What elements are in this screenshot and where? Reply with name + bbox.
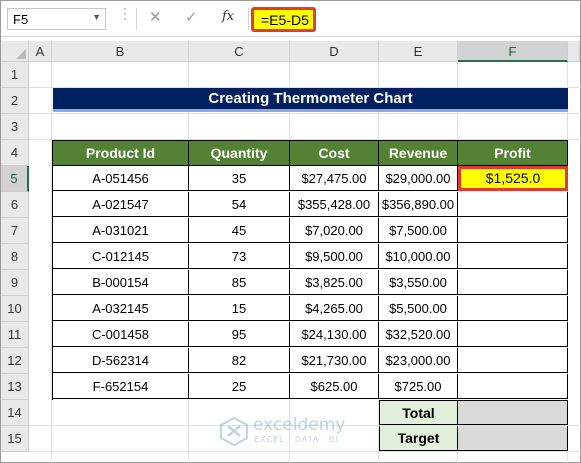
column-header-e[interactable]: E bbox=[379, 41, 458, 62]
cell-quantity[interactable]: 25 bbox=[189, 374, 290, 399]
column-header-b[interactable]: B bbox=[52, 41, 189, 62]
cell-revenue[interactable]: $7,500.00 bbox=[379, 218, 458, 243]
total-label[interactable]: Total bbox=[379, 400, 458, 425]
cell-quantity[interactable]: 45 bbox=[189, 218, 290, 243]
cell-product-id[interactable]: C-012145 bbox=[53, 244, 189, 269]
cell-cost[interactable]: $21,730.00 bbox=[290, 348, 379, 373]
cell-revenue[interactable]: $29,000.00 bbox=[379, 166, 458, 191]
row-header-12[interactable]: 12 bbox=[1, 348, 29, 374]
row-header-9[interactable]: 9 bbox=[1, 270, 29, 296]
target-label[interactable]: Target bbox=[379, 426, 458, 451]
cell-product-id[interactable]: C-001458 bbox=[53, 322, 189, 347]
cell-quantity[interactable]: 95 bbox=[189, 322, 290, 347]
row-header-8[interactable]: 8 bbox=[1, 244, 29, 270]
row-header-3[interactable]: 3 bbox=[1, 114, 29, 140]
header-quantity[interactable]: Quantity bbox=[189, 141, 290, 166]
cell-quantity[interactable]: 85 bbox=[189, 270, 290, 295]
cell-revenue[interactable]: $10,000.00 bbox=[379, 244, 458, 269]
cell-product-id[interactable]: D-562314 bbox=[53, 348, 189, 373]
cell-cost[interactable]: $3,825.00 bbox=[290, 270, 379, 295]
formula-divider bbox=[136, 8, 137, 30]
cell-revenue[interactable]: $356,890.00 bbox=[379, 192, 458, 217]
column-header-f[interactable]: F bbox=[458, 41, 568, 62]
exceldemy-watermark: exceldemy EXCEL · DATA · BI bbox=[217, 413, 367, 449]
column-header-a[interactable]: A bbox=[29, 41, 52, 62]
row-header-11[interactable]: 11 bbox=[1, 322, 29, 348]
header-cost[interactable]: Cost bbox=[290, 141, 379, 166]
cell-quantity[interactable]: 35 bbox=[189, 166, 290, 191]
cell-profit[interactable] bbox=[458, 374, 568, 399]
cell-product-id[interactable]: A-031021 bbox=[53, 218, 189, 243]
cancel-icon[interactable]: ✕ bbox=[149, 8, 162, 26]
sheet-title[interactable]: Creating Thermometer Chart bbox=[53, 88, 568, 112]
row-header-1[interactable]: 1 bbox=[1, 62, 29, 88]
cell-cost[interactable]: $27,475.00 bbox=[290, 166, 379, 191]
target-value[interactable] bbox=[458, 426, 568, 451]
name-box[interactable]: F5 ▼ bbox=[7, 8, 106, 30]
cell-cost[interactable]: $4,265.00 bbox=[290, 296, 379, 321]
cell-cost[interactable]: $7,020.00 bbox=[290, 218, 379, 243]
name-box-value: F5 bbox=[13, 12, 29, 27]
cell-revenue[interactable]: $5,500.00 bbox=[379, 296, 458, 321]
insert-function-icon[interactable]: fx bbox=[222, 9, 234, 24]
chevron-down-icon[interactable]: ▼ bbox=[92, 12, 101, 22]
cell-product-id[interactable]: B-000154 bbox=[53, 270, 189, 295]
gridline bbox=[29, 113, 581, 114]
cell-profit[interactable] bbox=[458, 218, 568, 243]
exceldemy-logo-icon bbox=[220, 416, 248, 446]
cell-product-id[interactable]: A-051456 bbox=[53, 166, 189, 191]
row-header-10[interactable]: 10 bbox=[1, 296, 29, 322]
formula-divider bbox=[248, 8, 249, 30]
select-all-button[interactable] bbox=[1, 41, 29, 62]
cell-cost[interactable]: $355,428.00 bbox=[290, 192, 379, 217]
cell-revenue[interactable]: $3,550.00 bbox=[379, 270, 458, 295]
enter-icon[interactable]: ✓ bbox=[185, 8, 198, 26]
cell-quantity[interactable]: 82 bbox=[189, 348, 290, 373]
row-header-7[interactable]: 7 bbox=[1, 218, 29, 244]
row-header-15[interactable]: 15 bbox=[1, 426, 29, 452]
cell-quantity[interactable]: 54 bbox=[189, 192, 290, 217]
total-value[interactable] bbox=[458, 400, 568, 425]
more-options-icon[interactable]: ⋮ bbox=[118, 6, 132, 20]
header-profit[interactable]: Profit bbox=[458, 141, 568, 166]
header-product-id[interactable]: Product Id bbox=[53, 141, 189, 166]
formula-bar: F5 ▼ ⋮ ✕ ✓ fx =E5-D5 bbox=[1, 1, 580, 37]
cell-profit[interactable] bbox=[458, 348, 568, 373]
cell-profit[interactable] bbox=[458, 270, 568, 295]
row-header-14[interactable]: 14 bbox=[1, 400, 29, 426]
cell-profit[interactable] bbox=[458, 192, 568, 217]
watermark-name: exceldemy bbox=[253, 415, 346, 435]
watermark-tagline: EXCEL · DATA · BI bbox=[254, 435, 339, 444]
header-revenue[interactable]: Revenue bbox=[379, 141, 458, 166]
select-all-icon bbox=[16, 49, 26, 59]
formula-input[interactable]: =E5-D5 bbox=[251, 7, 316, 32]
column-header-d[interactable]: D bbox=[290, 41, 379, 62]
cell-revenue[interactable]: $23,000.00 bbox=[379, 348, 458, 373]
cell-cost[interactable]: $9,500.00 bbox=[290, 244, 379, 269]
formula-text: =E5-D5 bbox=[261, 12, 309, 28]
selected-cell-profit[interactable]: $1,525.0 bbox=[458, 166, 568, 191]
row-header-6[interactable]: 6 bbox=[1, 192, 29, 218]
cell-revenue[interactable]: $725.00 bbox=[379, 374, 458, 399]
cell-cost[interactable]: $24,130.00 bbox=[290, 322, 379, 347]
cell-cost[interactable]: $625.00 bbox=[290, 374, 379, 399]
row-header-13[interactable]: 13 bbox=[1, 374, 29, 400]
gridline bbox=[29, 451, 581, 452]
cell-revenue[interactable]: $32,520.00 bbox=[379, 322, 458, 347]
cell-quantity[interactable]: 15 bbox=[189, 296, 290, 321]
row-header-5[interactable]: 5 bbox=[1, 166, 29, 192]
cell-profit[interactable] bbox=[458, 296, 568, 321]
cell-product-id[interactable]: F-652154 bbox=[53, 374, 189, 399]
cell-profit[interactable] bbox=[458, 244, 568, 269]
cell-product-id[interactable]: A-032145 bbox=[53, 296, 189, 321]
cell-product-id[interactable]: A-021547 bbox=[53, 192, 189, 217]
row-header-2[interactable]: 2 bbox=[1, 88, 29, 114]
cell-profit[interactable] bbox=[458, 322, 568, 347]
column-header-c[interactable]: C bbox=[189, 41, 290, 62]
cell-quantity[interactable]: 73 bbox=[189, 244, 290, 269]
row-header-4[interactable]: 4 bbox=[1, 140, 29, 166]
column-header-g[interactable] bbox=[568, 41, 580, 62]
